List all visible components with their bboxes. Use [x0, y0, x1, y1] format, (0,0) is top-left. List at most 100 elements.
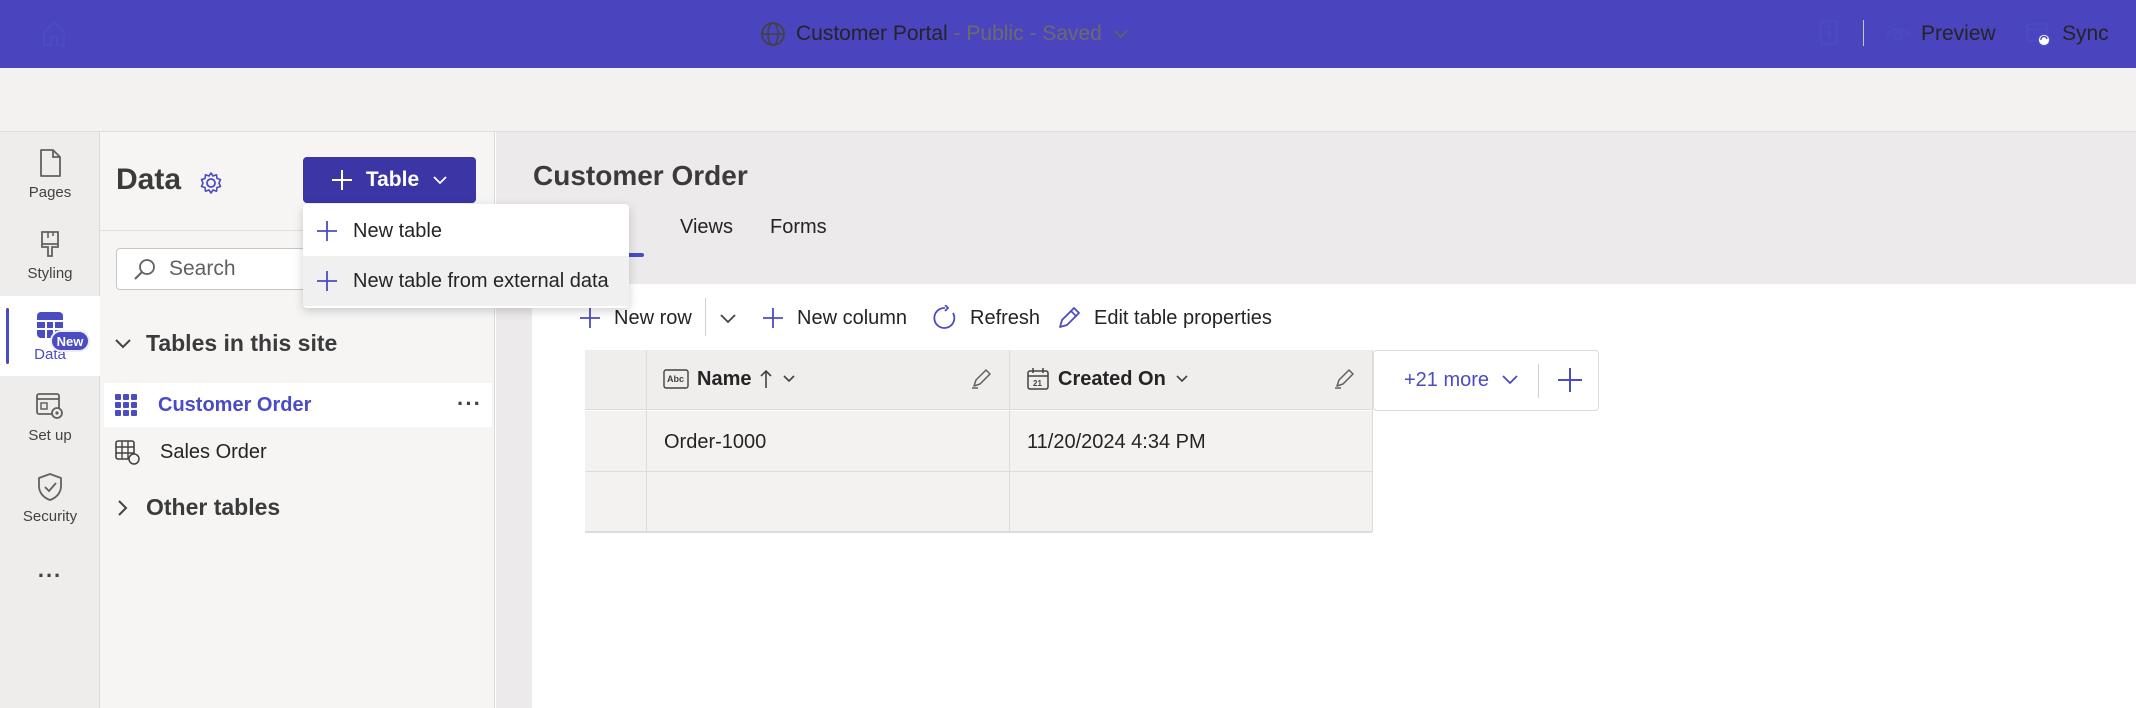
svg-text:21: 21 — [1033, 379, 1042, 388]
chevron-down-icon — [1501, 371, 1519, 389]
edit-column-created-on-icon[interactable] — [1333, 366, 1357, 390]
sync-icon — [2024, 20, 2052, 48]
table-item-customer-order[interactable]: Customer Order ··· — [104, 383, 492, 427]
header-divider — [1863, 20, 1864, 46]
column-divider — [1009, 411, 1010, 532]
rail-item-security[interactable]: Security — [0, 458, 100, 538]
edit-table-properties-button[interactable]: Edit table properties — [1056, 302, 1272, 334]
preview-label: Preview — [1921, 22, 1996, 45]
sort-ascending-icon — [759, 368, 773, 390]
eye-icon — [1885, 21, 1911, 47]
gear-icon[interactable] — [198, 170, 224, 196]
page-icon — [36, 148, 64, 178]
group-label: Tables in this site — [146, 330, 338, 356]
group-tables-in-site[interactable]: Tables in this site — [114, 330, 337, 357]
external-table-icon — [114, 439, 140, 465]
column-label: Created On — [1058, 367, 1166, 390]
more-columns-button[interactable]: +21 more — [1404, 364, 1519, 396]
add-table-menu: New table New table from external data — [303, 204, 629, 308]
chevron-down-icon — [718, 308, 738, 328]
column-header-name[interactable]: Abc Name — [663, 364, 797, 394]
chevron-down-icon[interactable] — [1112, 25, 1130, 43]
new-column-button[interactable]: New column — [761, 302, 907, 334]
rail-item-pages[interactable]: Pages — [0, 134, 100, 214]
sync-button[interactable]: Sync — [2024, 18, 2109, 50]
globe-icon — [760, 21, 786, 47]
menu-item-new-table-external[interactable]: New table from external data — [303, 256, 629, 306]
cell-created-on[interactable]: 11/20/2024 4:34 PM — [1027, 431, 1206, 454]
table-item-label: Customer Order — [158, 393, 312, 416]
preview-button[interactable]: Preview — [1885, 18, 1996, 50]
refresh-icon — [932, 305, 958, 331]
column-divider — [646, 411, 647, 532]
more-options-icon[interactable]: ··· — [457, 391, 482, 417]
site-title[interactable]: Customer Portal - Public - Saved — [760, 18, 1130, 50]
group-other-tables[interactable]: Other tables — [114, 494, 280, 521]
rail-label-security: Security — [22, 507, 78, 525]
chevron-down-icon — [114, 335, 132, 353]
column-label: Name — [697, 367, 752, 390]
site-status: - Public - Saved — [947, 22, 1102, 45]
cell-name[interactable]: Order-1000 — [664, 431, 766, 454]
search-icon — [133, 257, 157, 281]
plus-icon — [315, 219, 339, 243]
add-column-icon[interactable] — [1556, 366, 1584, 394]
plus-icon — [330, 168, 354, 192]
home-icon[interactable] — [38, 18, 70, 50]
rail-more-button[interactable]: ... — [0, 540, 100, 600]
page-title: Customer Order — [533, 160, 748, 191]
edit-column-name-icon[interactable] — [970, 366, 994, 390]
chevron-down-icon — [1174, 371, 1190, 387]
left-rail: Pages Styling Data Set up Security ... — [0, 132, 100, 708]
main-header-area — [496, 132, 2136, 284]
new-row-dropdown[interactable] — [718, 302, 738, 334]
tab-views[interactable]: Views — [680, 216, 733, 239]
text-type-icon: Abc — [663, 368, 689, 390]
add-table-label: Table — [365, 168, 420, 191]
group-label: Other tables — [146, 494, 281, 520]
calendar-icon: 21 — [1026, 367, 1050, 391]
info-icon[interactable] — [1815, 18, 1843, 48]
toolbar-divider — [705, 298, 706, 336]
rail-label-setup: Set up — [28, 426, 72, 444]
shield-icon — [36, 472, 64, 502]
sync-label: Sync — [2062, 22, 2109, 45]
plus-icon — [761, 306, 785, 330]
tab-forms[interactable]: Forms — [770, 216, 827, 239]
rail-item-styling[interactable]: Styling — [0, 215, 100, 295]
paintbrush-icon — [36, 229, 64, 259]
rail-label-styling: Styling — [27, 264, 73, 282]
search-placeholder: Search — [169, 257, 236, 280]
rail-item-setup[interactable]: Set up — [0, 377, 100, 457]
edit-props-label: Edit table properties — [1094, 306, 1272, 329]
add-table-button[interactable]: Table — [303, 157, 476, 203]
chevron-down-icon — [781, 371, 797, 387]
refresh-button[interactable]: Refresh — [932, 302, 1040, 334]
chevron-right-icon — [114, 499, 132, 517]
pencil-icon — [1056, 305, 1082, 331]
search-input[interactable]: Search — [116, 248, 306, 290]
chevron-down-icon — [431, 171, 449, 189]
svg-text:Abc: Abc — [667, 374, 684, 384]
table-icon — [114, 393, 138, 417]
new-column-label: New column — [797, 306, 908, 329]
menu-item-label: New table from external data — [353, 269, 609, 292]
table-item-label: Sales Order — [160, 440, 267, 463]
column-header-created-on[interactable]: 21 Created On — [1026, 364, 1190, 394]
menu-item-new-table[interactable]: New table — [303, 206, 629, 256]
site-name: Customer Portal — [796, 22, 948, 45]
rail-label-pages: Pages — [28, 183, 72, 201]
table-item-sales-order[interactable]: Sales Order — [104, 430, 492, 474]
plus-icon — [578, 306, 602, 330]
panel-title: Data — [116, 163, 182, 196]
plus-icon — [315, 269, 339, 293]
main-side-strip — [496, 284, 532, 708]
empty-row[interactable] — [585, 472, 1372, 532]
new-row-label: New row — [614, 306, 692, 329]
new-badge: New — [50, 330, 90, 352]
setup-icon — [35, 391, 65, 421]
more-icon: ... — [37, 557, 63, 582]
refresh-label: Refresh — [970, 306, 1041, 329]
more-columns-label: +21 more — [1404, 368, 1490, 391]
command-header — [0, 68, 2136, 132]
